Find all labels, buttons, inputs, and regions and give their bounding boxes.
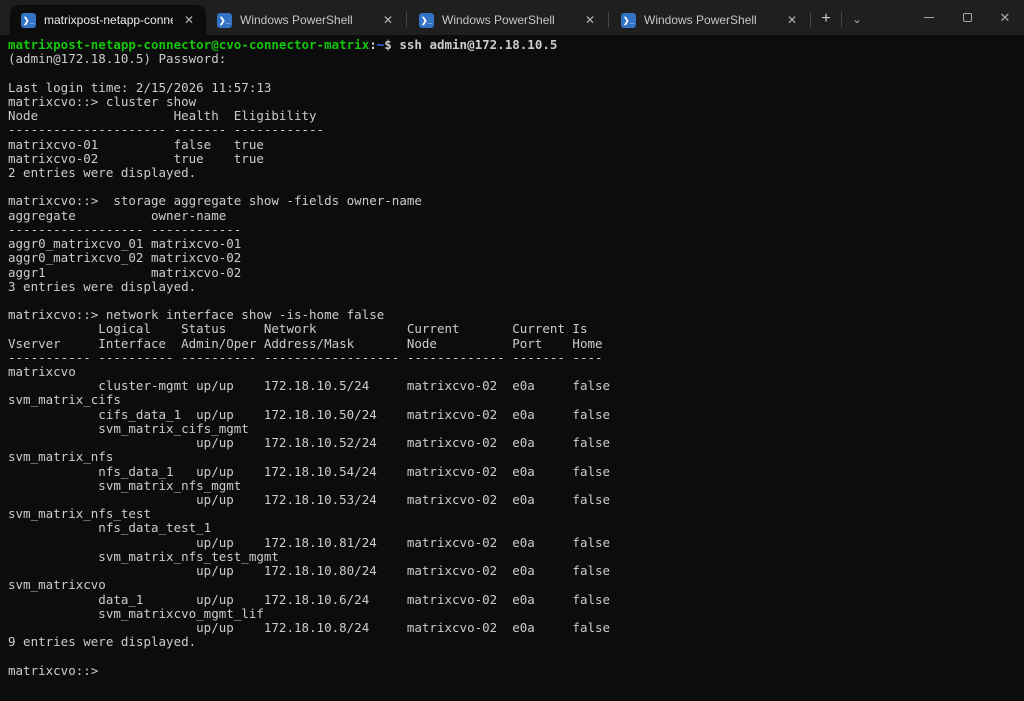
chevron-down-icon: ⌄ xyxy=(852,13,861,26)
powershell-icon: ❯_ xyxy=(21,13,36,28)
terminal-line: (admin@172.18.10.5) Password: xyxy=(8,52,1024,66)
terminal-line: cifs_data_1 up/up 172.18.10.50/24 matrix… xyxy=(8,408,1024,422)
terminal-line xyxy=(8,294,1024,308)
powershell-icon: ❯_ xyxy=(217,13,232,28)
tab-divider xyxy=(406,12,407,27)
terminal-line: 9 entries were displayed. xyxy=(8,635,1024,649)
maximize-button[interactable] xyxy=(948,0,986,35)
shell-prompt-line: matrixpost-netapp-connector@cvo-connecto… xyxy=(8,38,1024,52)
terminal-line: Vserver Interface Admin/Oper Address/Mas… xyxy=(8,337,1024,351)
tab-divider xyxy=(608,12,609,27)
terminal-line: --------------------- ------- ----------… xyxy=(8,123,1024,137)
terminal-line: svm_matrix_cifs_mgmt xyxy=(8,422,1024,436)
close-tab-icon[interactable]: ✕ xyxy=(582,12,598,28)
terminal-line: svm_matrix_nfs_test xyxy=(8,507,1024,521)
terminal-line: cluster-mgmt up/up 172.18.10.5/24 matrix… xyxy=(8,379,1024,393)
terminal-line: ------------------ ------------ xyxy=(8,223,1024,237)
terminal-line: up/up 172.18.10.81/24 matrixcvo-02 e0a f… xyxy=(8,536,1024,550)
terminal-line: aggr1 matrixcvo-02 xyxy=(8,266,1024,280)
terminal-line: data_1 up/up 172.18.10.6/24 matrixcvo-02… xyxy=(8,593,1024,607)
terminal-line: aggregate owner-name xyxy=(8,209,1024,223)
powershell-icon: ❯_ xyxy=(419,13,434,28)
tab-title: Windows PowerShell xyxy=(442,13,574,27)
terminal-line: up/up 172.18.10.80/24 matrixcvo-02 e0a f… xyxy=(8,564,1024,578)
terminal-line: ----------- ---------- ---------- ------… xyxy=(8,351,1024,365)
window-controls: ✕ xyxy=(910,0,1024,35)
tab-windows-powershell-3[interactable]: ❯_ Windows PowerShell ✕ xyxy=(610,5,809,35)
tab-dropdown-button[interactable]: ⌄ xyxy=(843,5,871,33)
terminal-line: 3 entries were displayed. xyxy=(8,280,1024,294)
terminal-line: svm_matrix_nfs_mgmt xyxy=(8,479,1024,493)
terminal-line: Logical Status Network Current Current I… xyxy=(8,322,1024,336)
close-tab-icon[interactable]: ✕ xyxy=(784,12,800,28)
terminal-line: matrixcvo::> xyxy=(8,664,1024,678)
terminal-line xyxy=(8,649,1024,663)
tab-title: Windows PowerShell xyxy=(240,13,372,27)
terminal-line: Node Health Eligibility xyxy=(8,109,1024,123)
tab-title: matrixpost-netapp-connector xyxy=(44,13,173,27)
terminal-line: matrixcvo::> network interface show -is-… xyxy=(8,308,1024,322)
tab-windows-powershell-2[interactable]: ❯_ Windows PowerShell ✕ xyxy=(408,5,607,35)
tab-matrixpost-netapp-connector[interactable]: ❯_ matrixpost-netapp-connector ✕ xyxy=(10,5,206,35)
tab-title: Windows PowerShell xyxy=(644,13,776,27)
terminal-line: matrixcvo-02 true true xyxy=(8,152,1024,166)
prompt-separator: : xyxy=(369,37,377,52)
terminal-line: svm_matrixcvo_mgmt_lif xyxy=(8,607,1024,621)
terminal-line: up/up 172.18.10.8/24 matrixcvo-02 e0a fa… xyxy=(8,621,1024,635)
minimize-icon xyxy=(924,17,934,18)
terminal-line: svm_matrixcvo xyxy=(8,578,1024,592)
terminal-line: aggr0_matrixcvo_02 matrixcvo-02 xyxy=(8,251,1024,265)
terminal-line: up/up 172.18.10.52/24 matrixcvo-02 e0a f… xyxy=(8,436,1024,450)
prompt-symbol: $ xyxy=(384,37,392,52)
minimize-button[interactable] xyxy=(910,0,948,35)
terminal-line: matrixcvo::> storage aggregate show -fie… xyxy=(8,194,1024,208)
terminal-body: (admin@172.18.10.5) Password: Last login… xyxy=(8,52,1024,678)
tab-divider xyxy=(841,12,842,27)
terminal-line: matrixcvo::> cluster show xyxy=(8,95,1024,109)
terminal-line: up/up 172.18.10.53/24 matrixcvo-02 e0a f… xyxy=(8,493,1024,507)
terminal-line: aggr0_matrixcvo_01 matrixcvo-01 xyxy=(8,237,1024,251)
terminal-line: svm_matrix_cifs xyxy=(8,393,1024,407)
tab-bar: ❯_ matrixpost-netapp-connector ✕ ❯_ Wind… xyxy=(0,0,1024,35)
prompt-user-host: matrixpost-netapp-connector@cvo-connecto… xyxy=(8,37,369,52)
terminal-line: 2 entries were displayed. xyxy=(8,166,1024,180)
new-tab-button[interactable]: + xyxy=(812,5,840,33)
terminal-line: nfs_data_test_1 xyxy=(8,521,1024,535)
tab-divider xyxy=(810,12,811,27)
terminal-line: Last login time: 2/15/2026 11:57:13 xyxy=(8,81,1024,95)
terminal-line: matrixcvo-01 false true xyxy=(8,138,1024,152)
tab-windows-powershell-1[interactable]: ❯_ Windows PowerShell ✕ xyxy=(206,5,405,35)
close-tab-icon[interactable]: ✕ xyxy=(181,12,197,28)
maximize-icon xyxy=(963,13,972,22)
terminal-line: svm_matrix_nfs xyxy=(8,450,1024,464)
powershell-icon: ❯_ xyxy=(621,13,636,28)
terminal-line: matrixcvo xyxy=(8,365,1024,379)
close-tab-icon[interactable]: ✕ xyxy=(380,12,396,28)
close-icon: ✕ xyxy=(1000,11,1011,24)
terminal-line xyxy=(8,66,1024,80)
terminal-line: nfs_data_1 up/up 172.18.10.54/24 matrixc… xyxy=(8,465,1024,479)
plus-icon: + xyxy=(821,10,830,28)
terminal-line: svm_matrix_nfs_test_mgmt xyxy=(8,550,1024,564)
terminal-line xyxy=(8,180,1024,194)
close-window-button[interactable]: ✕ xyxy=(986,0,1024,35)
typed-command: ssh admin@172.18.10.5 xyxy=(392,37,558,52)
terminal-pane[interactable]: matrixpost-netapp-connector@cvo-connecto… xyxy=(0,35,1024,701)
